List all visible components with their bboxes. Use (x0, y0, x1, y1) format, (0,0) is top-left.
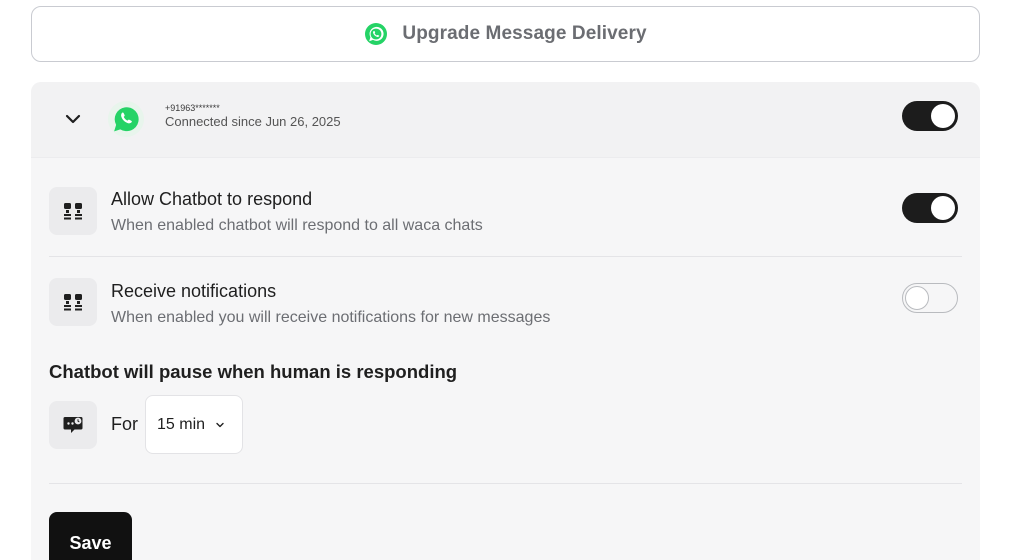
upgrade-message-delivery-button[interactable]: Upgrade Message Delivery (31, 6, 980, 62)
allow-chatbot-toggle[interactable] (902, 193, 958, 223)
connected-since-text: Connected since Jun 26, 2025 (165, 114, 341, 129)
setting-title-chatbot: Allow Chatbot to respond (111, 189, 313, 209)
setting-description-chatbot: When enabled chatbot will respond to all… (111, 217, 483, 234)
toggle-knob (931, 104, 955, 128)
pause-icon-box (49, 401, 97, 449)
whatsapp-account-card: +91963******* Connected since Jun 26, 20… (31, 82, 980, 560)
chevron-down-icon (216, 422, 224, 427)
toggle-knob (931, 196, 955, 220)
for-label: For (111, 414, 138, 434)
chatbot-icon-box (49, 187, 97, 235)
chevron-down-icon[interactable] (61, 107, 85, 131)
pause-duration-value: 15 min (157, 415, 206, 433)
chatbot-icon (64, 203, 82, 220)
setting-description-notifications: When enabled you will receive notificati… (111, 309, 551, 326)
save-button[interactable]: Save (49, 512, 132, 560)
upgrade-label: Upgrade Message Delivery (402, 23, 647, 44)
account-enabled-toggle[interactable] (902, 101, 958, 131)
chatbot-icon (64, 294, 82, 311)
whatsapp-icon (365, 23, 388, 45)
chat-clock-icon (63, 417, 83, 433)
divider (49, 483, 962, 484)
setting-title-notifications: Receive notifications (111, 281, 277, 301)
receive-notifications-toggle[interactable] (902, 283, 958, 313)
toggle-knob (905, 286, 929, 310)
notifications-icon-box (49, 278, 97, 326)
pause-section-title: Chatbot will pause when human is respond… (49, 361, 458, 382)
account-header: +91963******* Connected since Jun 26, 20… (31, 82, 980, 158)
divider (49, 256, 962, 257)
account-phone-number: +91963******* (165, 103, 220, 113)
pause-duration-select[interactable]: 15 min (145, 395, 243, 454)
whatsapp-icon (107, 100, 145, 138)
